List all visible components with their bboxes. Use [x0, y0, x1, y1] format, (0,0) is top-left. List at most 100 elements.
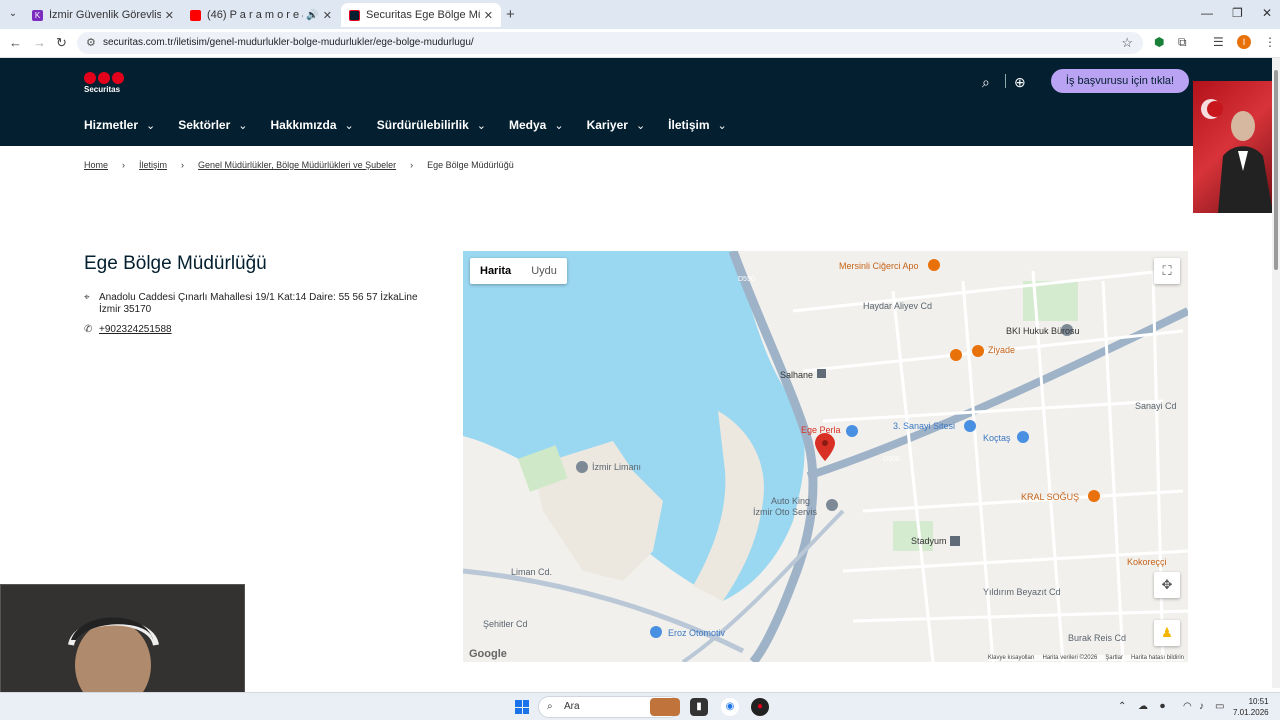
bookmark-star-icon[interactable]: ☆: [1121, 35, 1133, 51]
chevron-down-icon: ⌄: [476, 120, 486, 132]
chevron-down-icon: ⌄: [554, 120, 564, 132]
close-window-icon[interactable]: ✕: [1262, 6, 1272, 20]
reload-icon[interactable]: ↻: [56, 35, 67, 51]
page-title: Ege Bölge Müdürlüğü: [84, 253, 267, 274]
minimize-icon[interactable]: —: [1201, 6, 1213, 20]
nav-item-kariyer[interactable]: Kariyer ⌄: [587, 118, 646, 132]
news-widget-icon[interactable]: [650, 698, 680, 716]
chevron-down-icon: ⌄: [344, 120, 354, 132]
stadium-icon[interactable]: [950, 536, 960, 546]
map-label: BKI Hukuk Bürosu: [1006, 326, 1080, 336]
windows-taskbar: ⌕ Ara ▮ ◉ ● ⌃ ☁ ⏺ ◠ ♪ ▭ 10:51 7.01.2026: [0, 692, 1280, 720]
phone-link[interactable]: +902324251588: [99, 324, 172, 335]
logo-text[interactable]: Securitas: [84, 85, 120, 94]
nav-item-sektorler[interactable]: Sektörler ⌄: [178, 118, 247, 132]
breadcrumb-home[interactable]: Home: [84, 160, 108, 170]
search-icon[interactable]: ⌕: [982, 74, 990, 91]
poi-icon[interactable]: [826, 499, 838, 511]
close-tab-icon[interactable]: ✕: [484, 9, 493, 22]
windows-start-icon[interactable]: [515, 700, 529, 714]
speaker-icon[interactable]: 🔊: [306, 10, 318, 21]
station-icon[interactable]: [817, 369, 826, 378]
globe-icon[interactable]: ⊕: [1014, 74, 1026, 91]
wifi-icon[interactable]: ◠: [1183, 701, 1192, 712]
battery-icon[interactable]: ▭: [1215, 701, 1224, 712]
restore-icon[interactable]: ❐: [1232, 6, 1243, 20]
extension-icon[interactable]: ⬢: [1154, 35, 1164, 49]
nav-item-surdurulebilirlik[interactable]: Sürdürülebilirlik ⌄: [377, 118, 486, 132]
task-view-icon[interactable]: ▮: [690, 698, 708, 716]
microphone-icon[interactable]: ⏺: [1160, 701, 1165, 712]
google-map[interactable]: İzmir Limanı Ege Perla Auto King İzmir O…: [463, 251, 1188, 662]
chevron-down-icon: ⌄: [717, 120, 727, 132]
port-poi-icon[interactable]: [576, 461, 588, 473]
chrome-icon[interactable]: ◉: [721, 698, 739, 716]
close-tab-icon[interactable]: ✕: [165, 9, 174, 22]
poi-icon[interactable]: [964, 420, 976, 432]
system-clock[interactable]: 10:51 7.01.2026: [1233, 696, 1269, 718]
camera-control-icon[interactable]: ✥: [1154, 572, 1180, 598]
breadcrumb-genel[interactable]: Genel Müdürlükler, Bölge Müdürlükleri ve…: [198, 160, 396, 170]
scroll-thumb[interactable]: [1274, 70, 1278, 270]
chrome-menu-icon[interactable]: ⋮: [1264, 35, 1276, 49]
map-label: 3. Sanayi Sitesi: [893, 421, 955, 431]
restaurant-icon[interactable]: [972, 345, 984, 357]
restaurant-icon[interactable]: [950, 349, 962, 361]
breadcrumb-current: Ege Bölge Müdürlüğü: [427, 160, 514, 170]
nav-item-iletisim[interactable]: İletişim ⌄: [668, 118, 727, 132]
portrait-image: [1201, 99, 1273, 213]
nav-item-medya[interactable]: Medya ⌄: [509, 118, 564, 132]
back-icon[interactable]: ←: [9, 35, 22, 50]
map-label: Auto King: [771, 496, 810, 506]
tray-chevron-icon[interactable]: ⌃: [1118, 701, 1126, 712]
close-tab-icon[interactable]: ✕: [323, 9, 332, 22]
chevron-right-icon: ›: [122, 160, 126, 170]
securitas-logo[interactable]: [84, 72, 124, 84]
map-label: Ziyade: [988, 345, 1015, 355]
chevron-down-icon: ⌄: [238, 120, 248, 132]
profile-avatar[interactable]: I: [1237, 35, 1251, 49]
phone-icon: ✆: [84, 324, 93, 335]
map-label: Yıldırım Beyazıt Cd: [983, 587, 1061, 597]
tab-2-active[interactable]: Securitas Ege Bölge Müdürlüğ ✕: [341, 3, 501, 27]
map-label: Kokoreççi: [1127, 557, 1167, 567]
search-icon: ⌕: [547, 701, 553, 712]
forward-icon[interactable]: →: [33, 35, 46, 50]
browser-tab-strip: ⌄ K İzmir Güvenlik Görevlisi İş İlanlar …: [0, 0, 1280, 29]
site-info-icon[interactable]: ⚙: [86, 36, 96, 49]
location-marker-icon[interactable]: [815, 433, 835, 461]
poi-icon[interactable]: [1017, 431, 1029, 443]
tab-search-icon[interactable]: ⌄: [6, 7, 20, 21]
reading-list-icon[interactable]: ☰: [1213, 35, 1224, 49]
poi-icon[interactable]: [650, 626, 662, 638]
volume-icon[interactable]: ♪: [1199, 701, 1204, 712]
poi-icon[interactable]: [846, 425, 858, 437]
nav-item-hizmetler[interactable]: Hizmetler ⌄: [84, 118, 155, 132]
restaurant-icon[interactable]: [1088, 490, 1100, 502]
nav-item-hakkimizda[interactable]: Hakkımızda ⌄: [271, 118, 354, 132]
app-icon[interactable]: ●: [751, 698, 769, 716]
restaurant-icon[interactable]: [928, 259, 940, 271]
pegman-icon[interactable]: ♟: [1154, 620, 1180, 646]
tab-1[interactable]: (46) P a r a m o r e & Avril L 🔊 ✕: [182, 3, 340, 27]
address-bar[interactable]: ⚙ securitas.com.tr/iletisim/genel-mudurl…: [77, 32, 1143, 54]
extensions-puzzle-icon[interactable]: ⧉: [1178, 35, 1187, 50]
new-tab-button[interactable]: +: [506, 6, 515, 23]
header-divider: [1005, 74, 1006, 88]
chevron-down-icon: ⌄: [146, 120, 156, 132]
map-label: İzmir Oto Servis: [753, 507, 818, 517]
tray-app-icon[interactable]: ☁: [1138, 701, 1148, 712]
breadcrumb-iletisim[interactable]: İletişim: [139, 160, 167, 170]
road-shield: D550: [738, 276, 755, 283]
minor-roads: [792, 269, 1188, 662]
flag-portrait-overlay: [1193, 81, 1280, 213]
tab-0[interactable]: K İzmir Güvenlik Görevlisi İş İlanlar ✕: [24, 3, 182, 27]
map-label: Haydar Aliyev Cd: [863, 301, 932, 311]
map-label: Salhane: [780, 370, 813, 380]
map-label: Liman Cd.: [511, 567, 552, 577]
map-type-harita-button[interactable]: Harita: [470, 258, 521, 284]
fullscreen-icon[interactable]: ⛶: [1154, 258, 1180, 284]
map-type-uydu-button[interactable]: Uydu: [521, 258, 567, 284]
map-canvas[interactable]: İzmir Limanı Ege Perla Auto King İzmir O…: [463, 251, 1188, 662]
apply-button[interactable]: İş başvurusu için tıkla!: [1051, 69, 1189, 93]
